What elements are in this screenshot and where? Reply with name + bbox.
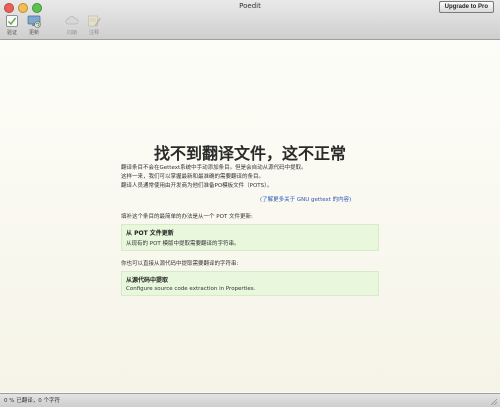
extract-hint-text: 你也可以直接从源代码中提取需要翻译的字符串: bbox=[121, 261, 239, 267]
intro-line: 这样一来，我们可以掌握最新和最准确的需要翻译的条目。 bbox=[121, 174, 265, 180]
update-button[interactable]: 更新 bbox=[24, 14, 44, 36]
validate-label: 验证 bbox=[6, 30, 17, 36]
empty-catalog-panel: 找不到翻译文件，这不正常 翻译条目不会在Gettext系统中手动添加条目。但是会… bbox=[0, 40, 500, 392]
comment-button[interactable]: 注释 bbox=[84, 14, 104, 36]
cloud-sync-icon bbox=[65, 16, 79, 25]
window-chrome: Poedit Upgrade to Pro 验证 更新 同期 注释 bbox=[0, 0, 500, 40]
sync-label: 同期 bbox=[66, 30, 77, 36]
resize-grip-icon[interactable] bbox=[490, 398, 498, 406]
update-from-pot-desc: 从现有的 POT 模版中提取需要翻译的字符串。 bbox=[126, 241, 240, 247]
window-title: Poedit bbox=[239, 2, 261, 10]
comment-label: 注释 bbox=[88, 30, 99, 36]
intro-line: 翻译人员通常使用由开发商为他们准备PO模板文件（POTS）。 bbox=[121, 183, 273, 189]
validate-icon bbox=[6, 15, 18, 27]
learn-more-link[interactable]: (了解更多关于 GNU gettext 的内容) bbox=[260, 195, 351, 203]
comment-icon bbox=[88, 15, 101, 27]
validate-button[interactable]: 验证 bbox=[2, 14, 22, 36]
update-icon bbox=[27, 15, 41, 28]
intro-text: 翻译条目不会在Gettext系统中手动添加条目。但是会自动从源代码中提取。 这样… bbox=[121, 164, 391, 191]
update-from-pot-option[interactable]: 从 POT 文件更新 从现有的 POT 模版中提取需要翻译的字符串。 bbox=[121, 224, 379, 251]
sync-button[interactable]: 同期 bbox=[62, 14, 82, 36]
page-title: 找不到翻译文件，这不正常 bbox=[153, 144, 346, 163]
intro-line: 翻译条目不会在Gettext系统中手动添加条目。但是会自动从源代码中提取。 bbox=[121, 165, 307, 171]
toolbar: 验证 更新 同期 注释 bbox=[0, 14, 500, 39]
update-hint-text: 填补这个条目的最简单的办法是从一个 POT 文件更新: bbox=[121, 214, 253, 220]
update-from-pot-title: 从 POT 文件更新 bbox=[126, 230, 174, 237]
extract-from-sources-option[interactable]: 从源代码中提取 Configure source code extraction… bbox=[121, 271, 379, 296]
status-bar: 0 % 已翻译，0 个字符 bbox=[0, 393, 500, 407]
upgrade-to-pro-button[interactable]: Upgrade to Pro bbox=[438, 1, 494, 13]
extract-from-sources-desc: Configure source code extraction in Prop… bbox=[126, 286, 256, 292]
update-label: 更新 bbox=[28, 30, 39, 36]
extract-from-sources-title: 从源代码中提取 bbox=[126, 277, 169, 284]
status-text: 0 % 已翻译，0 个字符 bbox=[4, 398, 60, 404]
